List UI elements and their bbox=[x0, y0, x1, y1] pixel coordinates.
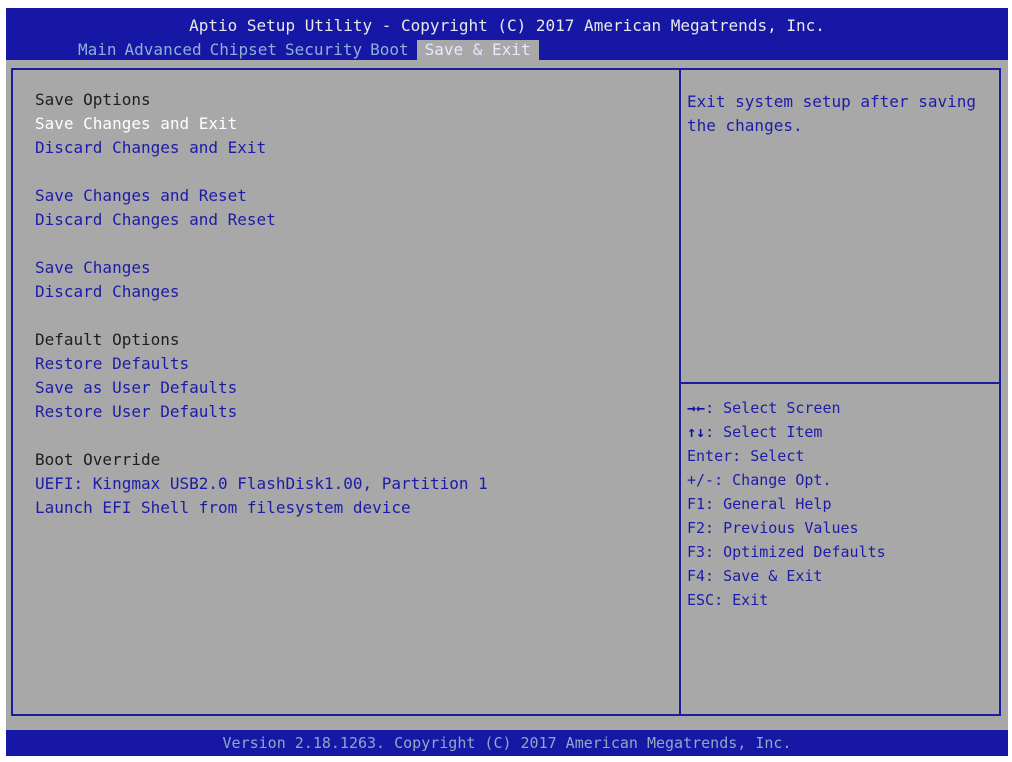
tab-security[interactable]: Security bbox=[281, 40, 366, 60]
menu-item-discard-changes-and-exit[interactable]: Discard Changes and Exit bbox=[35, 136, 665, 160]
menu-item-restore-defaults[interactable]: Restore Defaults bbox=[35, 352, 665, 376]
menu-panel: Save Options Save Changes and Exit Disca… bbox=[35, 88, 665, 520]
panel-divider-vertical bbox=[679, 70, 681, 714]
tab-advanced[interactable]: Advanced bbox=[121, 40, 206, 60]
menu-item-launch-efi-shell[interactable]: Launch EFI Shell from filesystem device bbox=[35, 496, 665, 520]
menu-item-discard-changes[interactable]: Discard Changes bbox=[35, 280, 665, 304]
key-general-help: F1: General Help bbox=[687, 495, 832, 513]
key-change-opt: +/-: Change Opt. bbox=[687, 471, 832, 489]
tab-bar: Main Advanced Chipset Security Boot Save… bbox=[74, 39, 539, 60]
key-optimized-defaults: F3: Optimized Defaults bbox=[687, 543, 886, 561]
menu-item-save-changes-and-reset[interactable]: Save Changes and Reset bbox=[35, 184, 665, 208]
main-frame: Save Options Save Changes and Exit Disca… bbox=[11, 68, 1001, 716]
key-enter-select: Enter: Select bbox=[687, 447, 805, 465]
version-text: Version 2.18.1263. Copyright (C) 2017 Am… bbox=[222, 734, 792, 752]
key-legend: →←: Select Screen ↑↓: Select Item Enter:… bbox=[687, 396, 997, 612]
utility-title: Aptio Setup Utility - Copyright (C) 2017… bbox=[189, 16, 825, 35]
arrow-left-right-icon: →← bbox=[687, 399, 706, 417]
tab-chipset[interactable]: Chipset bbox=[206, 40, 281, 60]
menu-item-save-changes[interactable]: Save Changes bbox=[35, 256, 665, 280]
menu-item-discard-changes-and-reset[interactable]: Discard Changes and Reset bbox=[35, 208, 665, 232]
section-heading-save-options: Save Options bbox=[35, 90, 151, 109]
tab-save-exit[interactable]: Save & Exit bbox=[416, 40, 539, 60]
key-save-exit: F4: Save & Exit bbox=[687, 567, 823, 585]
key-esc-exit: ESC: Exit bbox=[687, 591, 769, 609]
menu-item-save-changes-and-exit[interactable]: Save Changes and Exit bbox=[35, 112, 665, 136]
footer-bar: Version 2.18.1263. Copyright (C) 2017 Am… bbox=[6, 730, 1008, 756]
arrow-up-down-icon: ↑↓ bbox=[687, 423, 706, 441]
panel-divider-horizontal bbox=[681, 382, 999, 384]
menu-item-boot-uefi-usb[interactable]: UEFI: Kingmax USB2.0 FlashDisk1.00, Part… bbox=[35, 472, 665, 496]
menu-item-restore-user-defaults[interactable]: Restore User Defaults bbox=[35, 400, 665, 424]
tab-boot[interactable]: Boot bbox=[366, 40, 413, 60]
section-heading-default-options: Default Options bbox=[35, 330, 180, 349]
key-previous-values: F2: Previous Values bbox=[687, 519, 859, 537]
bios-screen: Aptio Setup Utility - Copyright (C) 2017… bbox=[6, 8, 1008, 756]
menu-item-save-as-user-defaults[interactable]: Save as User Defaults bbox=[35, 376, 665, 400]
key-select-screen: →←: Select Screen bbox=[687, 399, 841, 417]
item-help-text: Exit system setup after saving the chang… bbox=[687, 92, 986, 135]
header-bar: Aptio Setup Utility - Copyright (C) 2017… bbox=[6, 8, 1008, 60]
key-select-item: ↑↓: Select Item bbox=[687, 423, 823, 441]
tab-main[interactable]: Main bbox=[74, 40, 121, 60]
section-heading-boot-override: Boot Override bbox=[35, 450, 161, 469]
